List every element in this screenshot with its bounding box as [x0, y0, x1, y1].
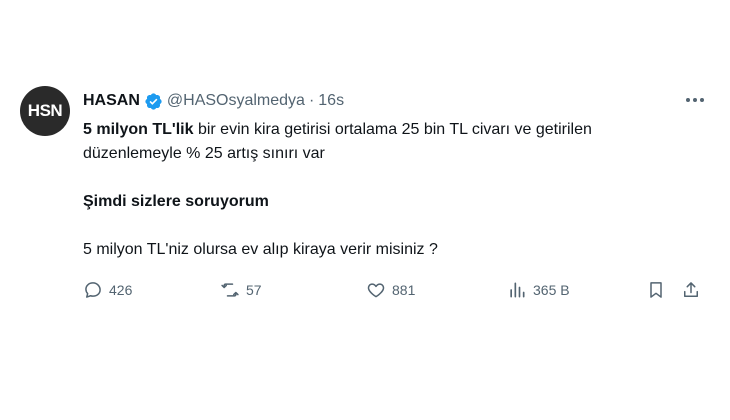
tweet: HSN HASAN @HASOsyalmedya · 16s 5 milyon … — [0, 0, 730, 420]
avatar-logo-text: HSN — [27, 101, 63, 120]
share-button[interactable] — [681, 280, 701, 300]
separator-dot: · — [308, 92, 315, 109]
reply-icon — [85, 282, 101, 298]
verified-badge-icon — [145, 92, 162, 110]
retweet-icon — [221, 283, 239, 297]
view-count: 365 B — [533, 282, 570, 298]
tweet-header: HASAN @HASOsyalmedya · 16s — [83, 90, 344, 112]
views-chart-icon — [510, 282, 525, 298]
bookmark-icon — [650, 282, 662, 298]
retweet-button[interactable]: 57 — [220, 280, 262, 300]
tweet-line-3: Şimdi sizlere soruyorum — [83, 193, 269, 210]
retweet-count: 57 — [246, 282, 262, 298]
tweet-actions: 426 57 881 365 B — [83, 280, 703, 304]
like-button[interactable]: 881 — [366, 280, 415, 300]
reply-button[interactable]: 426 — [83, 280, 132, 300]
tweet-bold-amount: 5 milyon TL'lik — [83, 121, 194, 138]
tweet-line-1: 5 milyon TL'lik bir evin kira getirisi o… — [83, 118, 703, 142]
heart-icon — [367, 283, 385, 298]
display-name[interactable]: HASAN — [83, 92, 140, 110]
reply-count: 426 — [109, 282, 133, 298]
like-count: 881 — [392, 282, 416, 298]
avatar[interactable]: HSN — [20, 86, 70, 136]
views-button[interactable]: 365 B — [507, 280, 570, 300]
share-icon — [684, 282, 698, 297]
tweet-line-1-rest: bir evin kira getirisi ortalama 25 bin T… — [193, 121, 592, 138]
more-options-icon[interactable] — [684, 90, 706, 110]
tweet-line-2: düzenlemeyle % 25 artış sınırı var — [83, 145, 325, 162]
tweet-text: 5 milyon TL'lik bir evin kira getirisi o… — [83, 118, 703, 262]
bookmark-button[interactable] — [646, 280, 666, 300]
tweet-line-4: 5 milyon TL'niz olursa ev alıp kiraya ve… — [83, 241, 438, 258]
user-handle[interactable]: @HASOsyalmedya — [167, 92, 305, 110]
timestamp[interactable]: 16s — [318, 92, 344, 110]
